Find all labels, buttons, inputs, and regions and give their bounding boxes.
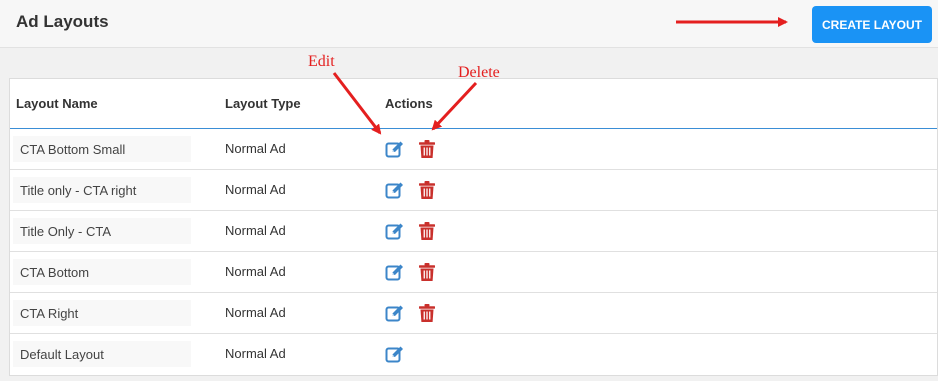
edit-icon[interactable] xyxy=(385,139,405,159)
layout-type-cell: Normal Ad xyxy=(225,223,286,238)
page-header: Ad Layouts CREATE LAYOUT xyxy=(0,0,938,48)
table-row: Title Only - CTA Normal Ad xyxy=(10,211,937,252)
layout-type-cell: Normal Ad xyxy=(225,305,286,320)
trash-icon[interactable] xyxy=(418,180,436,200)
table-header: Layout Name Layout Type Actions xyxy=(10,79,937,129)
layout-name-cell: Default Layout xyxy=(13,341,191,367)
layout-name-cell: CTA Bottom xyxy=(13,259,191,285)
table-row: CTA Bottom Normal Ad xyxy=(10,252,937,293)
edit-icon[interactable] xyxy=(385,344,405,364)
column-header-actions: Actions xyxy=(385,96,433,111)
layout-type-cell: Normal Ad xyxy=(225,264,286,279)
layout-name-cell: Title only - CTA right xyxy=(13,177,191,203)
edit-icon[interactable] xyxy=(385,262,405,282)
layout-name-cell: CTA Bottom Small xyxy=(13,136,191,162)
trash-icon[interactable] xyxy=(418,139,436,159)
layout-type-cell: Normal Ad xyxy=(225,141,286,156)
create-layout-button[interactable]: CREATE LAYOUT xyxy=(812,6,932,43)
trash-icon[interactable] xyxy=(418,262,436,282)
table-row: CTA Bottom Small Normal Ad xyxy=(10,129,937,170)
page-title: Ad Layouts xyxy=(16,12,109,31)
layout-name-cell: CTA Right xyxy=(13,300,191,326)
edit-icon[interactable] xyxy=(385,221,405,241)
table-row: CTA Right Normal Ad xyxy=(10,293,937,334)
layout-name-cell: Title Only - CTA xyxy=(13,218,191,244)
delete-annotation-label: Delete xyxy=(458,64,500,81)
column-header-layout-type: Layout Type xyxy=(225,96,301,111)
layout-type-cell: Normal Ad xyxy=(225,346,286,361)
table-row: Title only - CTA right Normal Ad xyxy=(10,170,937,211)
layout-type-cell: Normal Ad xyxy=(225,182,286,197)
edit-annotation-label: Edit xyxy=(308,53,335,70)
trash-icon[interactable] xyxy=(418,303,436,323)
trash-icon[interactable] xyxy=(418,221,436,241)
layouts-table: Layout Name Layout Type Actions CTA Bott… xyxy=(9,78,938,376)
edit-icon[interactable] xyxy=(385,180,405,200)
table-row: Default Layout Normal Ad xyxy=(10,334,937,374)
column-header-layout-name: Layout Name xyxy=(16,96,98,111)
edit-icon[interactable] xyxy=(385,303,405,323)
